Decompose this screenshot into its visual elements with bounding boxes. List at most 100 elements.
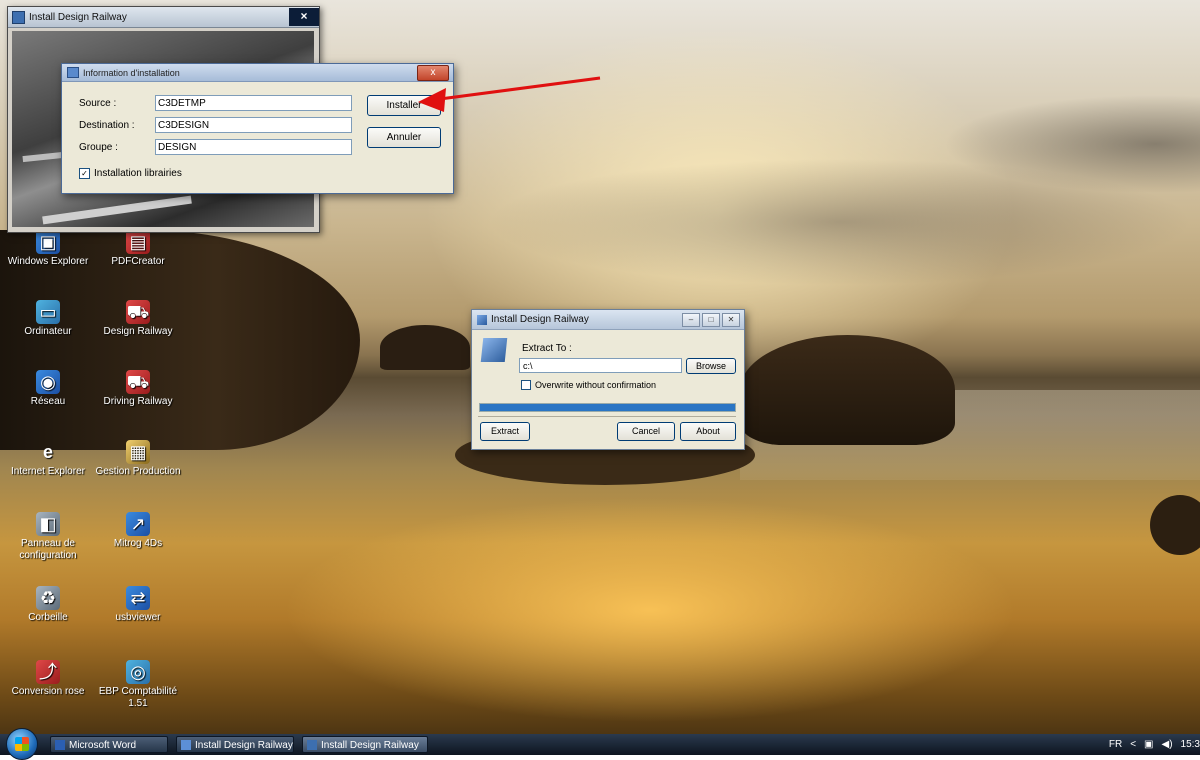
conversion-icon: ⤴ (36, 660, 60, 684)
desktop-icon-corbeille[interactable]: ♻ Corbeille (2, 586, 94, 624)
taskbar-item-install-1[interactable]: Install Design Railway (176, 736, 294, 753)
dialog-title: Install Design Railway (491, 314, 589, 325)
task-label: Microsoft Word (69, 740, 137, 751)
desktop-icon-label: Ordinateur (24, 326, 72, 337)
dialog-titlebar[interactable]: Install Design Railway – □ ✕ (472, 310, 744, 330)
system-tray: FR < ▣ ◀) 15:3 (1101, 734, 1200, 755)
desktop-icon-internet-explorer[interactable]: e Internet Explorer (2, 440, 94, 478)
installer-icon (181, 740, 191, 750)
close-icon[interactable]: ✕ (722, 312, 740, 327)
mitrog-icon: ↗ (126, 512, 150, 536)
window-titlebar[interactable]: Install Design Railway × (8, 7, 319, 28)
control-panel-icon: ◧ (36, 512, 60, 536)
dialog-title: Information d'installation (83, 67, 180, 78)
desktop-icon-ordinateur[interactable]: ▭ Ordinateur (2, 300, 94, 338)
start-button[interactable] (6, 728, 38, 760)
clock[interactable]: 15:3 (1181, 739, 1200, 750)
network-icon: ◉ (36, 370, 60, 394)
browse-button[interactable]: Browse (686, 358, 736, 374)
desktop-icon-pdfcreator[interactable]: ▤ PDFCreator (92, 230, 184, 268)
minimize-icon[interactable]: – (682, 312, 700, 327)
desktop-icon-mitrog[interactable]: ↗ Mitrog 4Ds (92, 512, 184, 550)
desktop-icon-conversion[interactable]: ⤴ Conversion rose (2, 660, 94, 698)
desktop-icon-design-railway[interactable]: ⛟ Design Railway (92, 300, 184, 338)
install-button[interactable]: Installer (367, 95, 441, 116)
desktop-icon-driving-railway[interactable]: ⛟ Driving Railway (92, 370, 184, 408)
taskbar: Microsoft Word Install Design Railway In… (0, 728, 1200, 760)
dialog-icon (67, 67, 79, 78)
desktop-icon-reseau[interactable]: ◉ Réseau (2, 370, 94, 408)
group-field[interactable]: DESIGN (155, 139, 352, 155)
checkbox-label: Overwrite without confirmation (535, 380, 657, 390)
internet-explorer-icon: e (42, 442, 53, 462)
explorer-icon: ▣ (36, 230, 60, 254)
desktop-icons: ▣ Windows Explorer ▤ PDFCreator ▭ Ordina… (0, 228, 200, 728)
source-label: Source : (79, 98, 117, 109)
usbviewer-icon: ⇄ (126, 586, 150, 610)
desktop-icon-label: Réseau (30, 396, 66, 407)
cancel-button[interactable]: Cancel (617, 422, 675, 441)
desktop-icon-label: Conversion rose (11, 686, 85, 697)
dialog-titlebar[interactable]: Information d'installation x (62, 64, 453, 82)
window-title: Install Design Railway (29, 11, 127, 23)
desktop-icon-usbviewer[interactable]: ⇄ usbviewer (92, 586, 184, 624)
extract-dialog: Install Design Railway – □ ✕ Extract To … (471, 309, 745, 450)
taskbar-item-install-2[interactable]: Install Design Railway (302, 736, 428, 753)
cancel-button[interactable]: Annuler (367, 127, 441, 148)
volume-icon[interactable]: ◀) (1162, 739, 1173, 750)
ebp-icon: ◎ (126, 660, 150, 684)
desktop-icon-gestion-production[interactable]: ▦ Gestion Production (92, 440, 184, 478)
taskbar-item-word[interactable]: Microsoft Word (50, 736, 168, 753)
word-icon (55, 740, 65, 750)
desktop-icon-label: Design Railway (103, 326, 173, 337)
extract-button[interactable]: Extract (480, 422, 530, 441)
extract-path-field[interactable]: c:\ (519, 358, 682, 373)
language-indicator[interactable]: FR (1109, 739, 1122, 750)
wallpaper-rock (380, 325, 470, 370)
network-tray-icon[interactable]: ▣ (1144, 739, 1153, 750)
desktop-icon-label: Panneau de configuration (19, 538, 77, 561)
maximize-icon[interactable]: □ (702, 312, 720, 327)
driving-railway-icon: ⛟ (126, 370, 150, 394)
desktop-icon-panneau-de-configuration[interactable]: ◧ Panneau de configuration (2, 512, 94, 562)
desktop-icon-windows-explorer[interactable]: ▣ Windows Explorer (2, 230, 94, 268)
about-button[interactable]: About (680, 422, 736, 441)
source-field[interactable]: C3DETMP (155, 95, 352, 111)
wallpaper-rock (740, 335, 955, 445)
design-railway-icon: ⛟ (126, 300, 150, 324)
extract-to-label: Extract To : (522, 343, 572, 354)
pdfcreator-icon: ▤ (126, 230, 150, 254)
destination-field[interactable]: C3DESIGN (155, 117, 352, 133)
checkbox-box[interactable]: ✓ (79, 168, 90, 179)
checkbox-box[interactable] (521, 380, 531, 390)
separator (478, 416, 736, 417)
desktop-icon-label: EBP Comptabilité 1.51 (98, 686, 178, 709)
wallpaper-rock (1150, 495, 1200, 555)
desktop-icon-label: Windows Explorer (7, 256, 89, 267)
close-button[interactable]: × (289, 8, 319, 26)
archive-box-icon (480, 338, 508, 362)
desktop-icon-label: PDFCreator (111, 256, 165, 267)
rail-graphic (42, 195, 192, 225)
desktop-icon-label: Mitrog 4Ds (113, 538, 163, 549)
show-hidden-icons[interactable]: < (1130, 739, 1136, 750)
close-button[interactable]: x (417, 64, 449, 81)
progress-fill (480, 404, 735, 411)
desktop-icon-ebp[interactable]: ◎ EBP Comptabilité 1.51 (92, 660, 184, 710)
winrar-sfx-icon (477, 314, 487, 325)
install-libraries-checkbox[interactable]: ✓ Installation librairies (79, 168, 182, 179)
installation-info-dialog: Information d'installation x Source : C3… (61, 63, 454, 194)
desktop-icon-label: usbviewer (115, 612, 161, 623)
recycle-bin-icon: ♻ (36, 586, 60, 610)
window-controls: – □ ✕ (680, 312, 740, 327)
task-label: Install Design Railway (321, 740, 419, 751)
windows-logo-icon (15, 737, 29, 751)
extract-progress-bar (479, 403, 736, 412)
desktop-icon-label: Internet Explorer (11, 466, 85, 477)
destination-label: Destination : (79, 120, 135, 131)
overwrite-checkbox[interactable]: Overwrite without confirmation (521, 380, 656, 390)
desktop-icon-label: Corbeille (28, 612, 68, 623)
group-label: Groupe : (79, 142, 118, 153)
task-label: Install Design Railway (195, 740, 293, 751)
gestion-production-icon: ▦ (126, 440, 150, 464)
